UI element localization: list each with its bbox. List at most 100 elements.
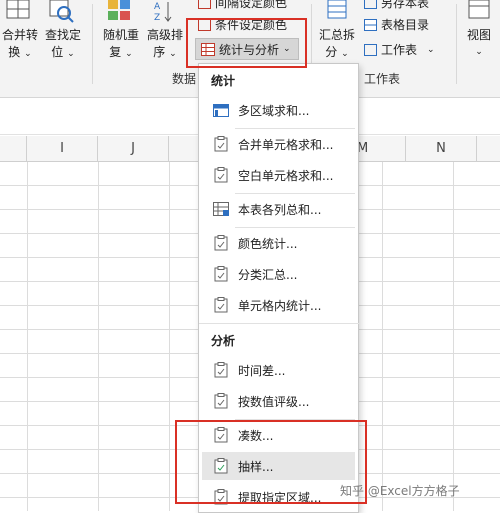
menu-divider [235, 193, 355, 194]
menu-item-label: 合并单元格求和... [238, 137, 334, 152]
menu-item-label: 多区域求和... [238, 103, 310, 118]
menu-divider [235, 227, 355, 228]
table-toc-label: 表格目录 [381, 18, 430, 32]
clipboard-icon [210, 458, 232, 474]
stats-table-icon [201, 42, 215, 56]
clipboard-icon [210, 136, 232, 152]
view-icon [466, 0, 492, 24]
chevron-down-icon: ⌄ [283, 44, 291, 54]
menu-item-in-cell-stats[interactable]: 单元格内统计... [202, 291, 355, 319]
conditional-color-button[interactable]: 条件设定颜色 [198, 16, 287, 33]
find-locate-label-1: 查找定 [44, 28, 81, 42]
column-header-o[interactable] [477, 136, 500, 162]
advanced-sort-label-1: 高级排 [146, 28, 183, 42]
menu-section-stats: 统计 [211, 74, 236, 88]
table-toc-button[interactable]: 表格目录 [364, 16, 429, 33]
menu-item-label: 提取指定区域... [238, 490, 322, 505]
summary-split-label-2: 分 ⌄ [325, 45, 349, 59]
advanced-sort-button[interactable]: 高级排 序 ⌄ [144, 28, 186, 61]
chevron-down-icon: ⌄ [427, 44, 435, 55]
menu-item-label: 凑数... [238, 428, 274, 443]
menu-item-label: 时间差... [238, 363, 286, 378]
advanced-sort-label-2: 序 ⌄ [153, 45, 177, 59]
clipboard-icon [210, 393, 232, 409]
stats-analysis-menu: 统计 多区域求和... 合并单元格求和... 空白单元格求和... 本表各列总和… [198, 63, 360, 513]
interval-color-button[interactable]: 间隔设定颜色 [198, 0, 287, 11]
menu-divider [199, 323, 360, 324]
menu-item-sampling[interactable]: 抽样... [202, 452, 355, 480]
stats-analysis-button[interactable]: 统计与分析 ⌄ [195, 38, 299, 60]
summary-split-icon [324, 0, 352, 24]
chevron-down-icon: ⌄ [475, 47, 483, 57]
grid-color-icon [198, 0, 211, 9]
save-table-icon [364, 0, 377, 9]
view-label: 视图 [466, 28, 491, 42]
random-repeat-label-1: 随机重 [102, 28, 139, 42]
merge-convert-button[interactable]: 合并转 换 ⌄ [0, 28, 40, 61]
menu-item-make-up-number[interactable]: 凑数... [202, 421, 355, 449]
merge-convert-label-2: 换 ⌄ [8, 45, 32, 59]
merge-convert-icon [4, 0, 32, 22]
worksheet-button[interactable]: 工作表 ⌄ [364, 41, 435, 58]
menu-item-blank-cell-sum[interactable]: 空白单元格求和... [202, 161, 355, 189]
ribbon-separator [456, 4, 457, 84]
table-sum-icon [210, 202, 232, 216]
svg-text:Z: Z [154, 13, 160, 23]
menu-item-category-summary[interactable]: 分类汇总... [202, 260, 355, 288]
merge-convert-label-1: 合并转 [1, 28, 38, 42]
clipboard-icon [210, 362, 232, 378]
svg-text:A: A [154, 2, 161, 12]
worksheet-group-label: 工作表 [364, 72, 401, 86]
watermark: 知乎 @Excel方方格子 [340, 484, 460, 498]
save-as-table-button[interactable]: 另存本表 [364, 0, 429, 11]
worksheet-icon [364, 43, 377, 56]
interval-color-label: 间隔设定颜色 [215, 0, 288, 10]
find-locate-label-2: 位 ⌄ [51, 45, 75, 59]
menu-item-merged-cell-sum[interactable]: 合并单元格求和... [202, 130, 355, 158]
menu-item-label: 单元格内统计... [238, 298, 322, 313]
find-locate-icon [48, 0, 76, 24]
sort-az-icon: AZ [150, 0, 176, 24]
random-repeat-button[interactable]: 随机重 复 ⌄ [100, 28, 142, 61]
grid-color-icon [198, 18, 211, 31]
clipboard-icon [210, 266, 232, 282]
find-locate-button[interactable]: 查找定 位 ⌄ [42, 28, 84, 61]
save-as-table-label: 另存本表 [381, 0, 430, 10]
menu-divider [235, 128, 355, 129]
summary-split-label-1: 汇总拆 [318, 28, 355, 42]
menu-item-column-totals[interactable]: 本表各列总和... [202, 195, 355, 223]
multi-area-icon [210, 103, 232, 117]
worksheet-label: 工作表 [381, 43, 418, 57]
view-button[interactable]: 视图 ⌄ [460, 28, 498, 59]
menu-item-value-rating[interactable]: 按数值评级... [202, 387, 355, 415]
column-header-j[interactable]: J [98, 136, 169, 162]
menu-item-extract-region[interactable]: 提取指定区域... [202, 483, 355, 511]
column-header-h[interactable] [0, 136, 27, 162]
menu-item-label: 空白单元格求和... [238, 168, 334, 183]
summary-split-button[interactable]: 汇总拆 分 ⌄ [316, 28, 358, 61]
clipboard-icon [210, 167, 232, 183]
menu-item-label: 分类汇总... [238, 267, 298, 282]
menu-divider [235, 419, 355, 420]
column-header-i[interactable]: I [27, 136, 98, 162]
menu-item-color-stats[interactable]: 颜色统计... [202, 229, 355, 257]
conditional-color-label: 条件设定颜色 [215, 18, 288, 32]
clipboard-icon [210, 235, 232, 251]
menu-item-label: 颜色统计... [238, 236, 298, 251]
menu-item-label: 抽样... [238, 459, 274, 474]
stats-analysis-label: 统计与分析 [219, 42, 280, 57]
clipboard-icon [210, 427, 232, 443]
clipboard-icon [210, 489, 232, 505]
clipboard-icon [210, 297, 232, 313]
menu-item-label: 按数值评级... [238, 394, 310, 409]
ribbon-separator [92, 4, 93, 84]
menu-item-label: 本表各列总和... [238, 202, 322, 217]
menu-item-time-diff[interactable]: 时间差... [202, 356, 355, 384]
random-repeat-icon [106, 0, 136, 24]
column-header-n[interactable]: N [406, 136, 477, 162]
data-group-label: 数据 [172, 72, 197, 86]
menu-section-analysis: 分析 [211, 334, 236, 348]
table-toc-icon [364, 18, 377, 31]
random-repeat-label-2: 复 ⌄ [109, 45, 133, 59]
menu-item-multi-area-sum[interactable]: 多区域求和... [202, 96, 355, 124]
